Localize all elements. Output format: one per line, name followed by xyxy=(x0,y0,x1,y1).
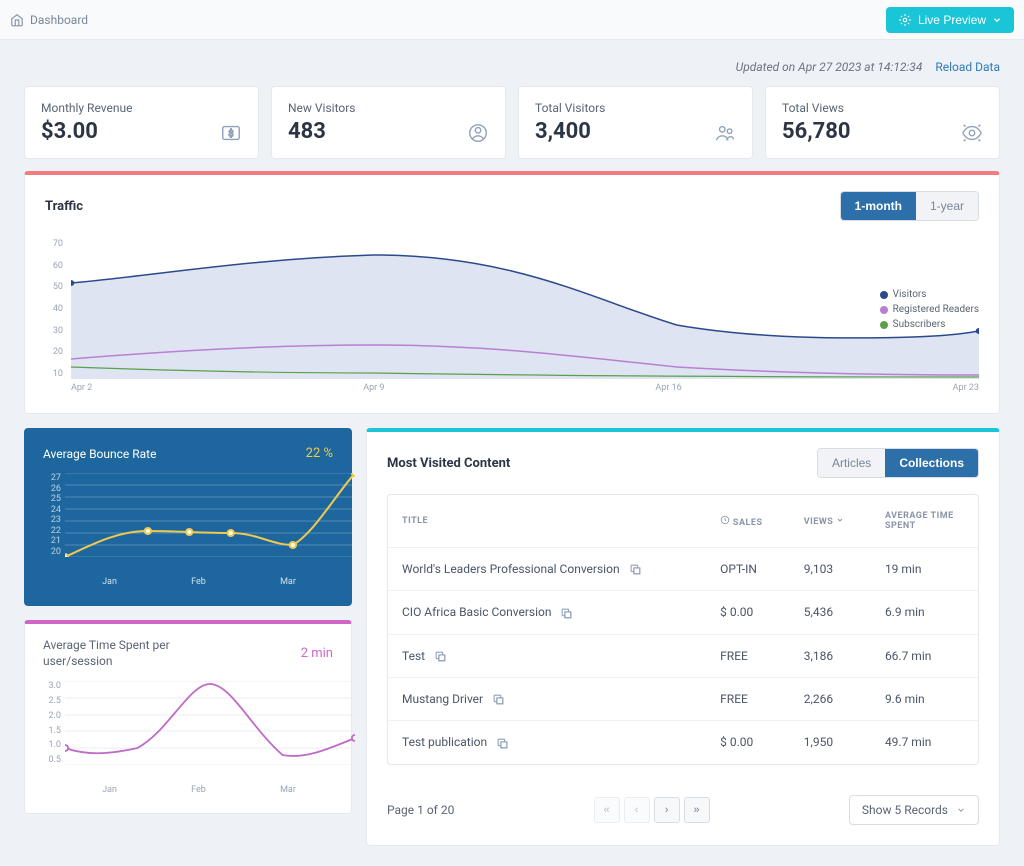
stat-value: 3,400 xyxy=(535,119,605,144)
updated-timestamp: Updated on Apr 27 2023 at 14:12:34 xyxy=(736,60,923,74)
cell-views: 3,186 xyxy=(790,634,871,677)
content-title: Most Visited Content xyxy=(387,456,510,471)
cell-sales: FREE xyxy=(706,677,790,720)
cell-avg: 49.7 min xyxy=(871,721,978,764)
stat-label: Total Views xyxy=(782,101,851,115)
stat-label: New Visitors xyxy=(288,101,356,115)
cell-avg: 66.7 min xyxy=(871,634,978,677)
cell-views: 9,103 xyxy=(790,548,871,591)
chevron-down-icon xyxy=(956,805,966,815)
show-records-select[interactable]: Show 5 Records xyxy=(849,795,979,825)
tab-1-year[interactable]: 1-year xyxy=(916,192,978,220)
time-spent-chart: 3.02.52.01.51.00.5 JanFebMar xyxy=(25,675,351,813)
cell-title: World's Leaders Professional Conversion xyxy=(388,548,706,591)
update-info: Updated on Apr 27 2023 at 14:12:34 Reloa… xyxy=(24,60,1000,74)
tab-1-month[interactable]: 1-month xyxy=(841,192,916,220)
chevron-down-icon xyxy=(992,15,1002,25)
bounce-panel: Average Bounce Rate 22 % 272625242322212… xyxy=(24,428,352,606)
stat-value: $3.00 xyxy=(41,119,132,144)
stat-card-revenue: Monthly Revenue $3.00 $ xyxy=(24,86,259,159)
cell-title: Test xyxy=(388,634,706,677)
stat-value: 56,780 xyxy=(782,119,851,144)
pager-first[interactable]: « xyxy=(594,797,620,823)
dollar-icon: $ xyxy=(220,122,242,144)
pager-last[interactable]: » xyxy=(684,797,710,823)
reload-link[interactable]: Reload Data xyxy=(935,60,1000,74)
table-footer: Page 1 of 20 « ‹ › » Show 5 Records xyxy=(367,781,999,845)
col-sales[interactable]: SALES xyxy=(706,495,790,548)
cell-avg: 6.9 min xyxy=(871,591,978,634)
time-spent-title: Average Time Spent per user/session xyxy=(43,638,203,669)
traffic-title: Traffic xyxy=(45,199,83,214)
cell-title: Mustang Driver xyxy=(388,677,706,720)
traffic-legend: Visitors Registered Readers Subscribers xyxy=(880,289,979,334)
cell-views: 1,950 xyxy=(790,721,871,764)
page-info: Page 1 of 20 xyxy=(387,803,454,817)
col-avg[interactable]: AVERAGE TIME SPENT xyxy=(871,495,978,548)
stat-card-total-visitors: Total Visitors 3,400 xyxy=(518,86,753,159)
svg-text:$: $ xyxy=(228,129,233,140)
cell-views: 2,266 xyxy=(790,677,871,720)
content-panel: Most Visited Content Articles Collection… xyxy=(366,428,1000,846)
table-row[interactable]: Test publication $ 0.001,95049.7 min xyxy=(388,721,978,764)
table-row[interactable]: Mustang Driver FREE2,2669.6 min xyxy=(388,677,978,720)
stat-label: Total Visitors xyxy=(535,101,605,115)
pager-prev[interactable]: ‹ xyxy=(624,797,650,823)
stat-card-total-views: Total Views 56,780 xyxy=(765,86,1000,159)
main-container: Updated on Apr 27 2023 at 14:12:34 Reloa… xyxy=(0,40,1024,866)
stat-cards: Monthly Revenue $3.00 $ New Visitors 483 T… xyxy=(24,86,1000,159)
time-spent-value: 2 min xyxy=(301,646,333,661)
cell-sales: OPT-IN xyxy=(706,548,790,591)
tab-collections[interactable]: Collections xyxy=(885,449,978,477)
col-title[interactable]: TITLE xyxy=(388,495,706,548)
traffic-x-axis: Apr 2Apr 9Apr 16Apr 23 xyxy=(71,383,979,393)
traffic-chart: 70605040302010 Apr 2Apr 9Apr 16Apr 23 Vi… xyxy=(25,229,999,413)
stat-label: Monthly Revenue xyxy=(41,101,132,115)
cell-sales: FREE xyxy=(706,634,790,677)
breadcrumb[interactable]: Dashboard xyxy=(10,13,88,27)
home-icon xyxy=(10,13,24,27)
stat-value: 483 xyxy=(288,119,356,144)
content-tabs: Articles Collections xyxy=(817,448,979,478)
bounce-value: 22 % xyxy=(306,446,333,461)
traffic-panel: Traffic 1-month 1-year 70605040302010 xyxy=(24,171,1000,414)
cell-title: CIO Africa Basic Conversion xyxy=(388,591,706,634)
bounce-chart: 2726252423222120 JanFebMar xyxy=(25,467,351,605)
traffic-range-toggle: 1-month 1-year xyxy=(840,191,979,221)
table-row[interactable]: CIO Africa Basic Conversion $ 0.005,4366… xyxy=(388,591,978,634)
bounce-title: Average Bounce Rate xyxy=(43,447,156,461)
clock-icon xyxy=(720,515,730,525)
traffic-y-axis: 70605040302010 xyxy=(45,239,63,379)
table-row[interactable]: World's Leaders Professional Conversion … xyxy=(388,548,978,591)
target-icon xyxy=(898,13,912,27)
user-circle-icon xyxy=(467,122,489,144)
stat-card-new-visitors: New Visitors 483 xyxy=(271,86,506,159)
cell-sales: $ 0.00 xyxy=(706,721,790,764)
col-views[interactable]: VIEWS xyxy=(790,495,871,548)
cell-views: 5,436 xyxy=(790,591,871,634)
content-table: TITLE SALES VIEWS AVERAGE TIME SPENT Wor… xyxy=(387,494,979,765)
time-spent-panel: Average Time Spent per user/session 2 mi… xyxy=(24,620,352,814)
cell-avg: 19 min xyxy=(871,548,978,591)
breadcrumb-label: Dashboard xyxy=(30,13,88,27)
users-icon xyxy=(714,122,736,144)
pager: « ‹ › » xyxy=(594,797,710,823)
live-preview-button[interactable]: Live Preview xyxy=(886,7,1014,33)
eye-icon xyxy=(961,122,983,144)
cell-sales: $ 0.00 xyxy=(706,591,790,634)
cell-avg: 9.6 min xyxy=(871,677,978,720)
bottom-row: Average Bounce Rate 22 % 272625242322212… xyxy=(24,428,1000,846)
cell-title: Test publication xyxy=(388,721,706,764)
tab-articles[interactable]: Articles xyxy=(818,449,885,477)
topbar: Dashboard Live Preview xyxy=(0,0,1024,40)
table-row[interactable]: Test FREE3,18666.7 min xyxy=(388,634,978,677)
chevron-down-icon xyxy=(836,516,844,524)
pager-next[interactable]: › xyxy=(654,797,680,823)
